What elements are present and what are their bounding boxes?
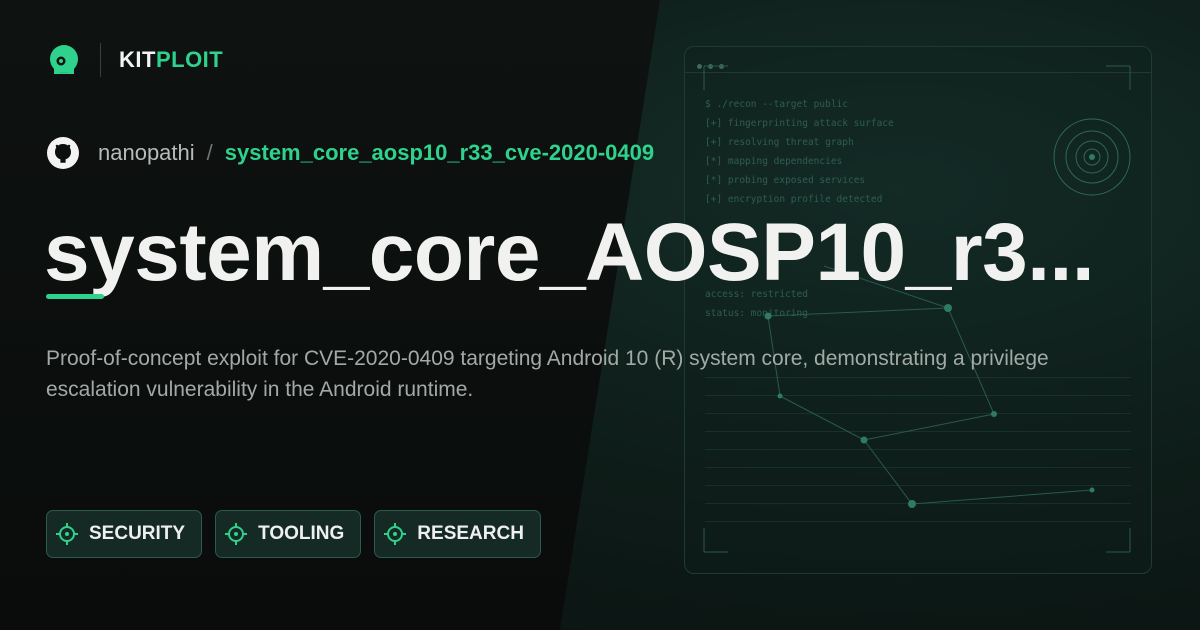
breadcrumb-separator: / — [206, 140, 213, 165]
tag-security[interactable]: SECURITY — [46, 510, 203, 558]
repo-name-link[interactable]: system_core_aosp10_r33_cve-2020-0409 — [225, 140, 654, 166]
brand-name: KITPLOIT — [119, 47, 224, 72]
tag-label: RESEARCH — [417, 523, 524, 544]
tag-label: TOOLING — [258, 523, 345, 544]
breadcrumb: nanopathi / system_core_aosp10_r33_cve-2… — [46, 136, 654, 170]
tag-tooling[interactable]: TOOLING — [215, 510, 362, 558]
tag-label: SECURITY — [89, 523, 186, 544]
crosshair-icon — [56, 523, 78, 545]
tag-research[interactable]: RESEARCH — [374, 510, 541, 558]
crosshair-icon — [225, 523, 248, 545]
page-title: system_core_AOSP10_r3... — [44, 207, 1095, 298]
title-accent-bar — [46, 294, 104, 299]
tag-list: SECURITY TOOLING RESEARCH — [46, 510, 541, 558]
repo-description: Proof-of-concept exploit for CVE-2020-04… — [46, 347, 1049, 401]
network-graph-decoration — [703, 65, 1131, 553]
kitploit-logo-icon — [50, 45, 78, 74]
repo-owner-link[interactable]: nanopathi — [98, 140, 195, 166]
github-icon — [47, 137, 79, 169]
crosshair-icon — [384, 523, 407, 545]
brand-logo[interactable]: KITPLOIT — [46, 42, 223, 78]
